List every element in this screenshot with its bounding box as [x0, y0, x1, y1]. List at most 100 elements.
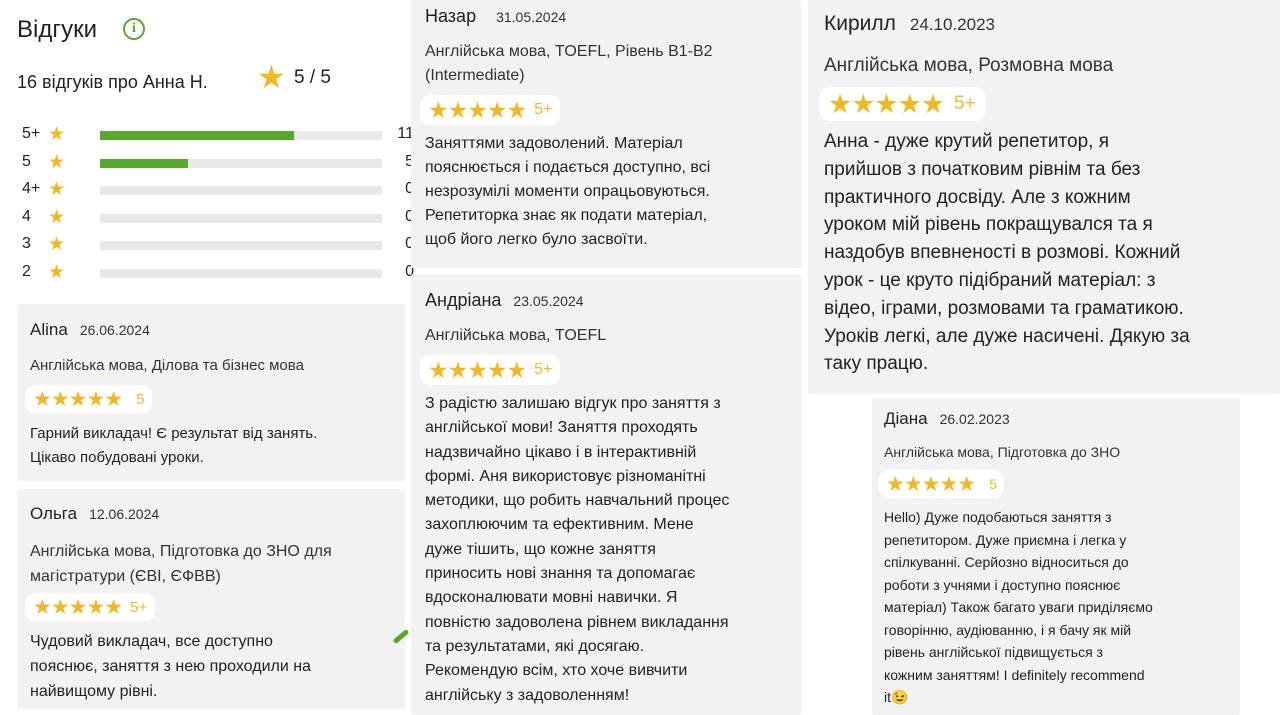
review-text-line: урок - це круто підібраний матеріал: з [824, 269, 1156, 291]
review-text-line: З радістю залишаю відгук про заняття з [425, 395, 721, 412]
review-text-line: it😉 [884, 689, 909, 705]
review-text-line: кожним заняттям! I definitely recommend [884, 666, 1145, 683]
review-score: 5+ [534, 101, 553, 118]
review-score: 5+ [954, 93, 976, 114]
review-text-line: Hello) Дуже подобаються заняття з [884, 509, 1112, 525]
review-date: 23.05.2024 [513, 293, 584, 309]
rating-value: 5 / 5 [294, 67, 331, 88]
review-subject-line: Англійська мова, Підготовка до ЗНО для [30, 543, 332, 560]
review-card-nazar: Назар 31.05.2024 Англійська мова, TOEFL, … [411, 0, 801, 268]
review-card-andriana: Андріана 23.05.2024 Англійська мова, TOEF… [411, 274, 801, 715]
review-text-line: незрозумілі моменти опрацьовуються. [425, 183, 710, 200]
review-text-line: Цікаво побудовані уроки. [30, 449, 204, 466]
reviewer-name: Назар [425, 6, 477, 26]
review-date: 26.02.2023 [939, 411, 1010, 427]
review-text: Чудовий викладач, все доступно пояснює, … [30, 629, 311, 704]
review-subject: Англійська мова, TOEFL, Рівень B1-B2 (In… [425, 40, 713, 88]
reviewer-name: Ольга [30, 504, 78, 523]
distribution-bar [100, 159, 382, 168]
rating-badge: ★★★★★ 5+ [25, 593, 156, 621]
review-text-line: практичного досвіду. Але з кожним [824, 186, 1131, 208]
distribution-label: 5 [22, 153, 31, 170]
review-subject: Англійська мова, Підготовка до ЗНО для м… [30, 539, 332, 589]
distribution-bar [100, 269, 382, 278]
review-text: Гарний викладач! Є результат від занять.… [30, 422, 317, 470]
review-count: 16 відгуків про Анна Н. [17, 72, 208, 92]
review-text-line: та результатами, які досягаю. [425, 637, 645, 655]
distribution-label: 2 [22, 263, 31, 280]
distribution-bar-fill [100, 131, 294, 140]
review-date: 26.06.2024 [79, 322, 150, 338]
review-text: Hello) Дуже подобаються заняття з репети… [884, 506, 1153, 709]
reviewer-name: Андріана [425, 290, 502, 310]
reviewer-name: Кирилл [824, 12, 896, 35]
review-text-line: захоплюючим та ефективним. Мене [425, 516, 694, 534]
review-card-kyrylo: Кирилл 24.10.2023 Англійська мова, Розмов… [808, 0, 1280, 394]
rating-badge: ★★★★★ 5+ [420, 95, 561, 125]
star-icon: ★ [48, 207, 66, 228]
review-card-olga: Ольга 12.06.2024 Англійська мова, Підгото… [17, 489, 405, 709]
five-stars-icon: ★★★★★ [428, 356, 527, 383]
review-date: 24.10.2023 [909, 15, 995, 34]
five-stars-icon: ★★★★★ [828, 88, 945, 119]
five-stars-icon: ★★★★★ [33, 387, 123, 411]
review-text-line: приносить нові знання та допомагає [425, 565, 696, 583]
rating-badge: ★★★★★ 5+ [819, 87, 985, 121]
review-text-line: вдосконалювати мовні навички. Я [425, 589, 678, 607]
rating-badge: ★★★★★ 5 [879, 470, 1004, 498]
review-text-line: говорінню, аудіюванню, і я бачу як мій [884, 621, 1132, 638]
review-score: 5+ [534, 361, 553, 378]
distribution-bar [100, 186, 382, 195]
distribution-bar [100, 131, 382, 140]
review-text-line: дуже тішить, що кожне заняття [425, 540, 656, 558]
star-icon: ★ [48, 179, 66, 200]
review-text-line: пояснює, заняття з нею проходили на [30, 658, 311, 675]
star-icon: ★ [48, 124, 66, 145]
review-score: 5+ [130, 598, 148, 616]
review-header: Назар 31.05.2024 [425, 6, 566, 27]
review-subject: Англійська мова, TOEFL [425, 327, 607, 344]
rating-star-icon: ★ [257, 59, 286, 95]
review-text-line: англійську з задоволенням! [425, 686, 630, 704]
five-stars-icon: ★★★★★ [886, 472, 976, 496]
review-date: 31.05.2024 [496, 9, 567, 25]
review-subject-line: магістратури (ЄВІ, ЄФВВ) [30, 568, 221, 585]
review-subject: Англійська мова, Розмовна мова [824, 55, 1114, 76]
review-text-line: щоб його легко було засвоїти. [425, 231, 648, 248]
review-header: Діана 26.02.2023 [884, 409, 1010, 429]
five-stars-icon: ★★★★★ [33, 595, 123, 619]
page-title: Відгуки [17, 16, 98, 43]
review-text-line: методики, що робить навчальний процес [425, 492, 730, 510]
rating-badge: ★★★★★ 5 [25, 385, 153, 413]
reviewer-name: Alina [30, 320, 68, 339]
distribution-row-5plus: 5+ ★ 11 [22, 124, 422, 145]
distribution-bar-fill [100, 159, 189, 168]
review-text-line: Заняттями задоволений. Матеріал [425, 135, 683, 152]
review-text-line: надзвичайно цікаво і в інтерактивній [425, 443, 697, 461]
review-text-line: Чудовий викладач, все доступно [30, 633, 273, 650]
review-text: Анна - дуже крутий репетитор, я прийшов … [824, 128, 1190, 378]
review-text: З радістю залишаю відгук про заняття з а… [425, 392, 729, 708]
distribution-label: 5+ [22, 125, 41, 142]
review-subject: Англійська мова, Підготовка до ЗНО [884, 444, 1121, 460]
star-icon: ★ [48, 152, 66, 173]
review-text: Заняттями задоволений. Матеріал пояснюєт… [425, 132, 710, 252]
review-text-line: Репетиторка знає як подати матеріал, [425, 207, 708, 224]
review-card-alina: Alina 26.06.2024 Англійська мова, Ділова … [17, 304, 405, 481]
review-text-line: формі. Аня використовує різноманітні [425, 467, 706, 485]
review-header: Кирилл 24.10.2023 [824, 12, 995, 36]
five-stars-icon: ★★★★★ [428, 96, 527, 123]
review-text-line: прийшов з початковим рівнім та без [824, 158, 1141, 180]
review-text-line: таку працю. [824, 353, 929, 375]
review-subject: Англійська мова, Ділова та бізнес мова [30, 357, 304, 374]
review-subject-line: Англійська мова, TOEFL, Рівень B1-B2 [425, 43, 713, 60]
review-text-line: матеріал) Також багато уваги приділяємо [884, 599, 1153, 615]
review-text-line: Анна - дуже крутий репетитор, я [824, 131, 1109, 152]
review-text-line: англійської мови! Заняття проходять [425, 419, 698, 437]
distribution-row-4: 4 ★ 0 [22, 207, 422, 228]
distribution-bar [100, 241, 382, 250]
review-text-line: рівень англійської підвищується з [884, 644, 1103, 660]
info-icon[interactable]: i [123, 18, 145, 40]
review-text-line: уроком мій рівень покращувался та я [824, 214, 1153, 236]
review-subject-line: (Intermediate) [425, 67, 525, 84]
